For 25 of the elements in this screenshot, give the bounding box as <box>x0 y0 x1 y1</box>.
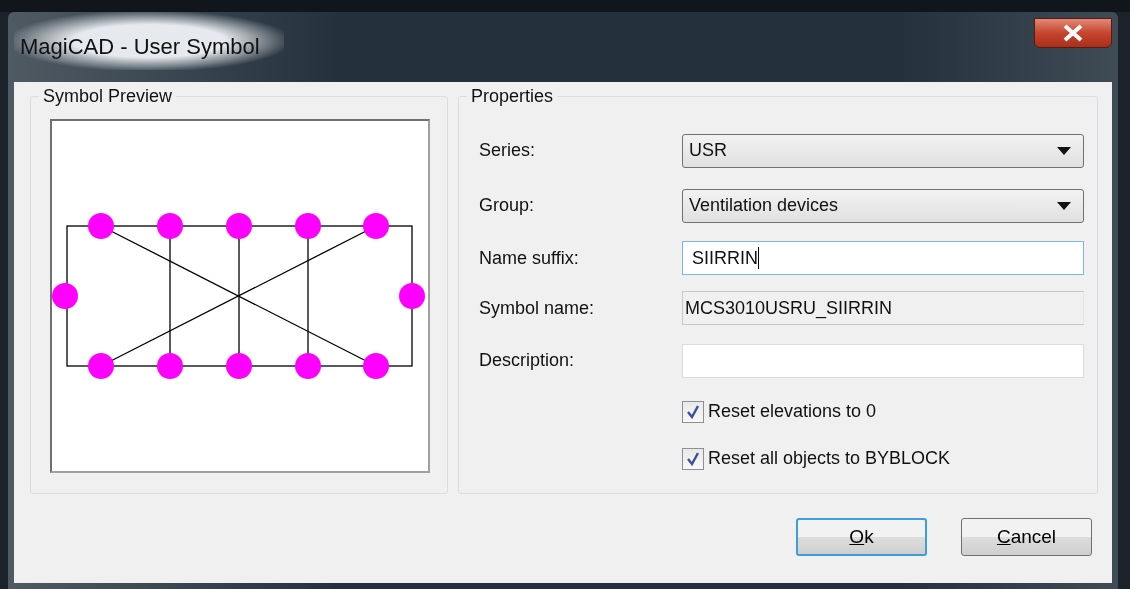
check-icon <box>686 451 700 466</box>
input-field[interactable]: SIIRRIN <box>682 241 1084 275</box>
field-label: Name suffix: <box>479 247 580 269</box>
dropdown-arrow-icon <box>1057 201 1071 210</box>
group-title: Properties <box>467 86 558 107</box>
dropdown[interactable]: Ventilation devices <box>682 188 1084 223</box>
field-label: Description: <box>479 350 576 371</box>
field-label: Symbol name: <box>479 297 596 319</box>
checkbox[interactable] <box>682 400 704 423</box>
dropdown-arrow-icon <box>1057 146 1071 155</box>
group-title: Symbol Preview <box>39 86 177 107</box>
checkbox-label[interactable]: Reset all objects to BYBLOCK <box>708 448 951 469</box>
window-title: MagiCAD - User Symbol <box>14 12 284 70</box>
checkbox[interactable] <box>682 447 704 470</box>
dropdown[interactable]: USR <box>682 133 1084 168</box>
ok-button[interactable]: Ok <box>796 518 927 556</box>
input-field[interactable] <box>682 343 1084 378</box>
readonly-field: MCS3010USRU_SIIRRIN <box>682 291 1084 325</box>
checkbox-label[interactable]: Reset elevations to 0 <box>708 401 877 422</box>
cancel-button[interactable]: Cancel <box>961 518 1092 556</box>
close-button[interactable] <box>1034 18 1112 48</box>
check-icon <box>686 404 700 419</box>
close-icon <box>1062 24 1084 42</box>
field-label: Group: <box>479 195 536 216</box>
field-label: Series: <box>479 140 537 161</box>
